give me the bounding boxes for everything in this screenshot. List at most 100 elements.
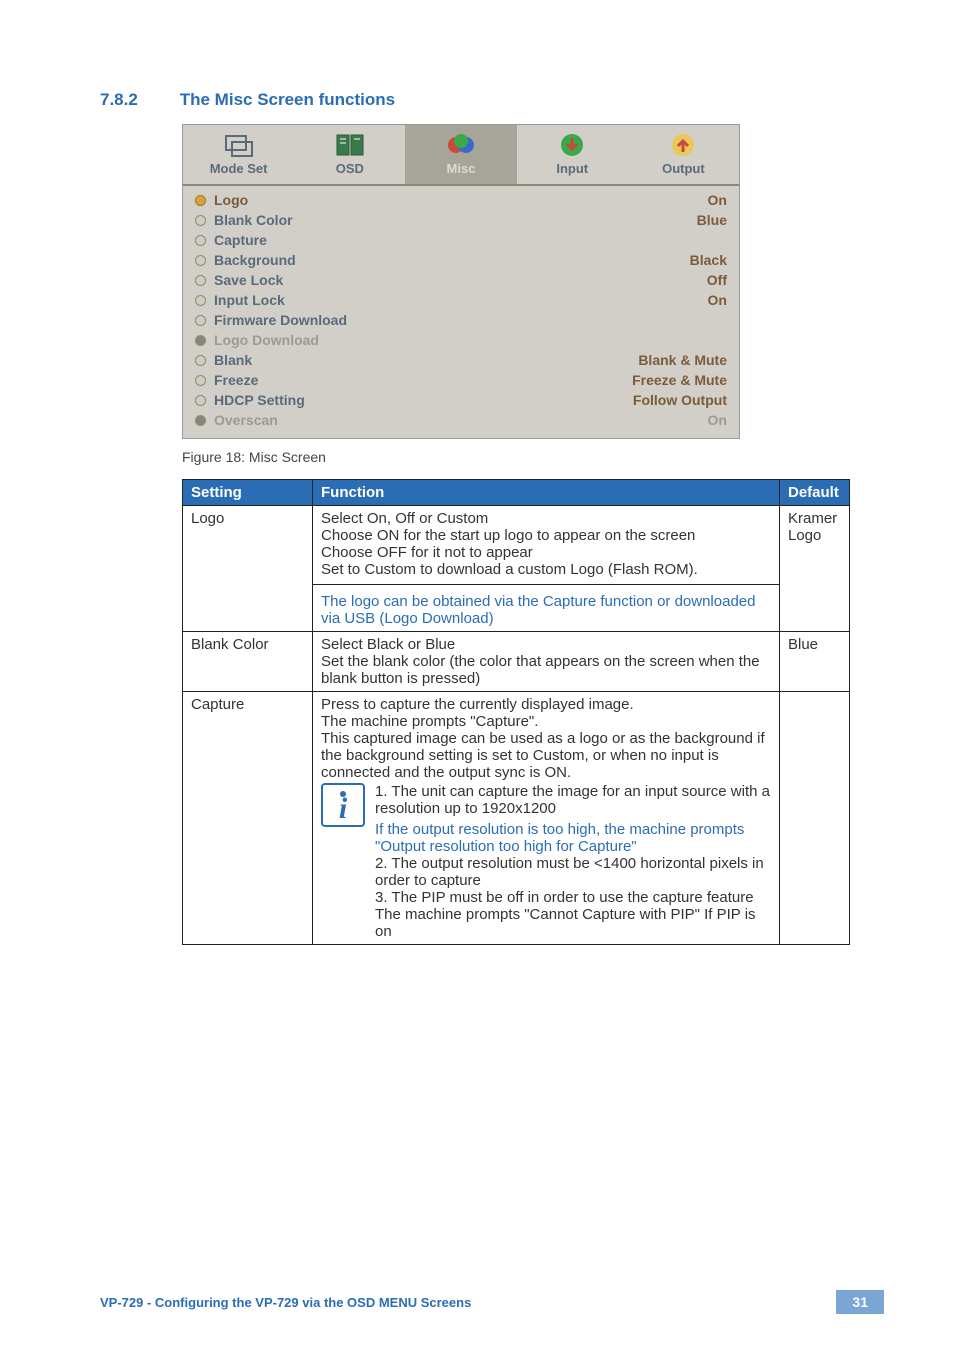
section-number: 7.8.2 (100, 90, 175, 110)
osd-menu-item: Background Black (195, 250, 727, 270)
table-row: Capture Press to capture the currently d… (183, 692, 850, 945)
osd-menu-item: Save Lock Off (195, 270, 727, 290)
osd-menu-item: Capture (195, 230, 727, 250)
setting-cell: Logo (183, 506, 313, 632)
function-cell: Select On, Off or CustomChoose ON for th… (313, 506, 780, 585)
osd-menu-item: Input Lock On (195, 290, 727, 310)
text-line: Choose OFF for it not to appear (321, 544, 771, 561)
col-setting: Setting (183, 480, 313, 506)
osd-menu-item: Overscan On (195, 410, 727, 430)
osd-tab-osd: OSD (294, 125, 405, 184)
table-row: Logo Select On, Off or CustomChoose ON f… (183, 506, 850, 585)
osd-menu-item: Logo Download (195, 330, 727, 350)
capture-intro: Press to capture the currently displayed… (321, 696, 771, 781)
info-line: 3. The PIP must be off in order to use t… (375, 889, 771, 906)
footer-text: VP-729 - Configuring the VP-729 via the … (100, 1295, 471, 1310)
bullet-icon (195, 395, 206, 406)
bullet-icon (195, 415, 206, 426)
bullet-icon (195, 335, 206, 346)
bullet-icon (195, 215, 206, 226)
page-number: 31 (836, 1290, 884, 1314)
osd-menu-list: LogoOnBlank ColorBlueCaptureBackgroundBl… (183, 186, 739, 438)
osd-menu-item: Blank ColorBlue (195, 210, 727, 230)
text-line: Press to capture the currently displayed… (321, 696, 771, 713)
bullet-icon (195, 275, 206, 286)
osd-item-value: Blank & Mute (638, 352, 727, 368)
section-title: The Misc Screen functions (180, 90, 395, 109)
osd-item-value: On (708, 292, 727, 308)
osd-item-value: Freeze & Mute (632, 372, 727, 388)
osd-tab-modeset: Mode Set (183, 125, 294, 184)
info-text: 1. The unit can capture the image for an… (375, 783, 771, 940)
osd-item-label: Blank Color (214, 212, 293, 228)
osd-item-label: Firmware Download (214, 312, 347, 328)
info-icon: i (321, 783, 365, 827)
osd-item-label: Freeze (214, 372, 258, 388)
bullet-icon (195, 195, 206, 206)
bullet-icon (195, 375, 206, 386)
info-line: 2. The output resolution must be <1400 h… (375, 855, 771, 889)
info-note: If the output resolution is too high, th… (375, 821, 771, 855)
osd-item-label: Save Lock (214, 272, 283, 288)
tab-label: OSD (336, 161, 364, 176)
col-function: Function (313, 480, 780, 506)
osd-item-label: Capture (214, 232, 267, 248)
text-line: The machine prompts "Capture". (321, 713, 771, 730)
osd-menu-item: Blank Blank & Mute (195, 350, 727, 370)
osd-tab-misc: Misc (405, 125, 516, 184)
tab-label: Input (556, 161, 588, 176)
setting-cell: Capture (183, 692, 313, 945)
col-default: Default (780, 480, 850, 506)
text-line: Select On, Off or Custom (321, 510, 771, 527)
osd-item-value: Follow Output (633, 392, 727, 408)
function-cell: Press to capture the currently displayed… (313, 692, 780, 945)
modeset-icon (183, 131, 294, 159)
tab-label: Output (662, 161, 705, 176)
default-cell: Blue (780, 632, 850, 692)
osd-item-value: Off (707, 272, 727, 288)
tab-label: Misc (447, 161, 476, 176)
text-line: Choose ON for the start up logo to appea… (321, 527, 771, 544)
osd-tab-output: Output (628, 125, 739, 184)
osd-item-label: Logo Download (214, 332, 319, 348)
tab-label: Mode Set (210, 161, 268, 176)
osd-icon (294, 131, 405, 159)
osd-item-label: Overscan (214, 412, 278, 428)
output-icon (628, 131, 739, 159)
osd-item-label: Blank (214, 352, 252, 368)
osd-item-label: Input Lock (214, 292, 285, 308)
osd-item-value: Black (690, 252, 727, 268)
misc-icon (405, 131, 516, 159)
text-line: Select Black or Blue (321, 636, 771, 653)
bullet-icon (195, 355, 206, 366)
text-line: Set the blank color (the color that appe… (321, 653, 771, 687)
osd-item-label: Background (214, 252, 296, 268)
misc-settings-table: Setting Function Default Logo Select On,… (182, 479, 850, 945)
function-cell: Select Black or BlueSet the blank color … (313, 632, 780, 692)
osd-menu-item: LogoOn (195, 190, 727, 210)
osd-tab-input: Input (517, 125, 628, 184)
bullet-icon (195, 295, 206, 306)
section-heading: 7.8.2 The Misc Screen functions (100, 90, 884, 110)
setting-cell: Blank Color (183, 632, 313, 692)
figure-caption: Figure 18: Misc Screen (182, 449, 884, 465)
function-note-cell: The logo can be obtained via the Capture… (313, 585, 780, 632)
bullet-icon (195, 255, 206, 266)
function-note: The logo can be obtained via the Capture… (321, 593, 771, 627)
text-line: This captured image can be used as a log… (321, 730, 771, 781)
osd-menu-item: Freeze Freeze & Mute (195, 370, 727, 390)
input-icon (517, 131, 628, 159)
table-row: Blank Color Select Black or BlueSet the … (183, 632, 850, 692)
page-footer: VP-729 - Configuring the VP-729 via the … (100, 1290, 884, 1314)
osd-menu-item: Firmware Download (195, 310, 727, 330)
osd-item-value: On (708, 412, 727, 428)
osd-screenshot: Mode Set OSD Misc Input Output Log (182, 124, 740, 439)
info-line: 1. The unit can capture the image for an… (375, 783, 771, 817)
osd-menu-item: HDCP Setting Follow Output (195, 390, 727, 410)
info-line: The machine prompts "Cannot Capture with… (375, 906, 771, 940)
text-line: Set to Custom to download a custom Logo … (321, 561, 771, 578)
osd-item-label: HDCP Setting (214, 392, 305, 408)
osd-item-label: Logo (214, 192, 248, 208)
default-cell: Kramer Logo (780, 506, 850, 632)
osd-tab-bar: Mode Set OSD Misc Input Output (183, 125, 739, 186)
